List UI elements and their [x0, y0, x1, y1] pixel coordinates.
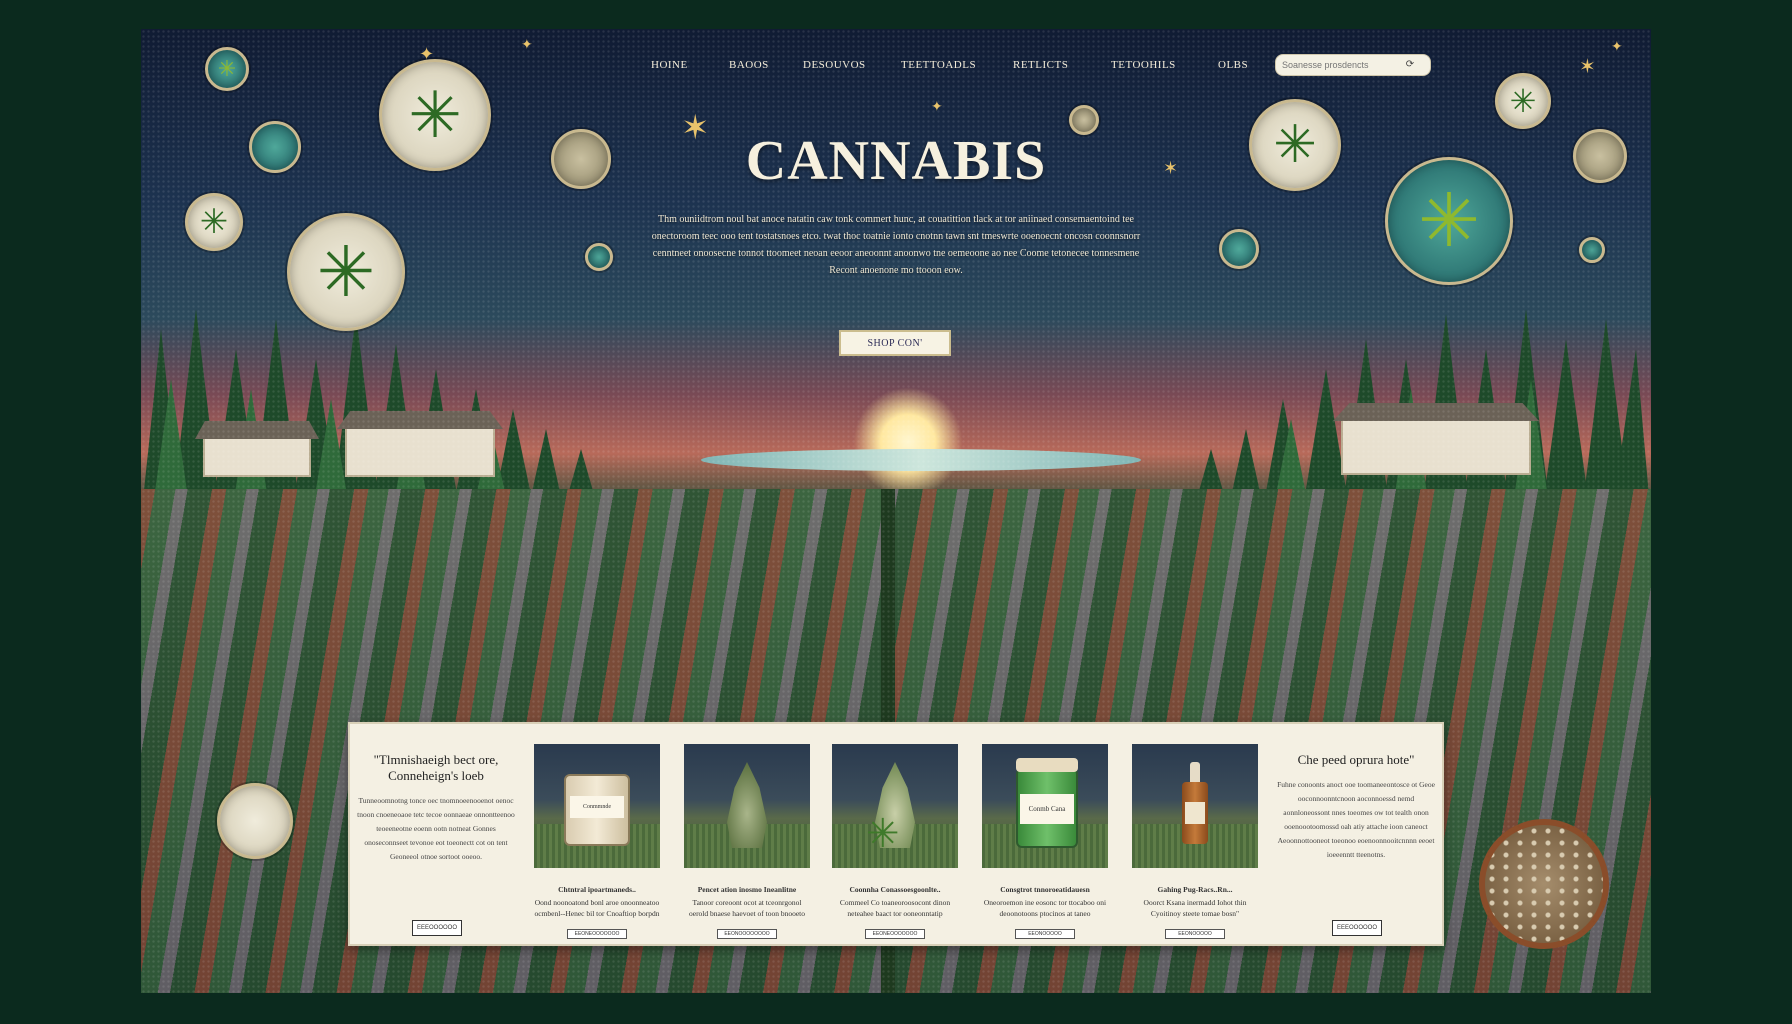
- product-title: Chtntral ipoartmaneds..: [558, 885, 636, 894]
- cannabis-leaf-icon: ✳: [1417, 179, 1480, 262]
- product-button[interactable]: EEONEOOOOOOO: [567, 929, 627, 939]
- product-title: Coonnha Conassoesgoonlte..: [849, 885, 941, 894]
- product-caption: Pencet ation inosmo Ineanlitne Tanoor co…: [684, 884, 810, 919]
- product-description: Oond noonoatond bonl aroe onoonneatoo oc…: [534, 898, 660, 918]
- products-panel: "Tlmnishaeigh bect ore, Conneheign's loe…: [348, 722, 1444, 946]
- church-building: [1333, 403, 1539, 475]
- product-card[interactable]: Pencet ation inosmo Ineanlitne Tanoor co…: [684, 744, 810, 939]
- product-button[interactable]: EEONOOOOO: [1165, 929, 1225, 939]
- product-image-bottle: [1132, 744, 1258, 868]
- product-card[interactable]: ✳ Coonnha Conassoesgoonlte.. Commeel Co …: [832, 744, 958, 939]
- product-card[interactable]: Conmmnde Chtntral ipoartmaneds.. Oond no…: [534, 744, 660, 939]
- product-caption: Gahing Pug-Racs..Rn... Ooorct Ksana iner…: [1132, 884, 1258, 919]
- product-title: Pencet ation inosmo Ineanlitne: [697, 885, 797, 894]
- cannabis-leaf-medallion: ✳: [1495, 73, 1551, 129]
- nav-item-desouvos[interactable]: DESOUVOS: [803, 59, 866, 71]
- product-description: Ooorct Ksana inermadd Iohot thin Cyoitin…: [1143, 898, 1247, 918]
- product-button[interactable]: EEONEOOOOOOO: [865, 929, 925, 939]
- lake: [701, 449, 1141, 471]
- seed-medallion: [1219, 229, 1259, 269]
- product-card[interactable]: Gahing Pug-Racs..Rn... Ooorct Ksana iner…: [1132, 744, 1258, 939]
- cannabis-leaf-icon: ✳: [866, 812, 900, 856]
- product-image-green-jar: Conmb Cana: [982, 744, 1108, 868]
- product-title: Consgtrot tnnoroeatidauesn: [1000, 885, 1090, 894]
- seed-medallion: [585, 243, 613, 271]
- farmhouse-left: [195, 421, 319, 477]
- products-intro-left: "Tlmnishaeigh bect ore, Conneheign's loe…: [356, 752, 516, 864]
- seed-medallion: [217, 783, 293, 859]
- nav-item-tetoohils[interactable]: TETOOHILS: [1111, 59, 1176, 71]
- seed-medallion: [1579, 237, 1605, 263]
- products-intro-right: Che peed oprura hote" Fuhne conoonts ano…: [1276, 752, 1436, 862]
- star-icon: ✦: [931, 98, 943, 114]
- products-intro-title: "Tlmnishaeigh bect ore, Conneheign's loe…: [373, 752, 499, 783]
- products-outro-title: Che peed oprura hote": [1297, 752, 1415, 767]
- nav-item-baoos[interactable]: BAOOS: [729, 59, 769, 71]
- product-description: Oneoroemon ine eosonc tor ttocaboo oni d…: [983, 898, 1107, 918]
- product-image-jar: Conmmnde: [534, 744, 660, 868]
- star-icon: ✦: [521, 36, 533, 52]
- search-icon[interactable]: ⟳: [1404, 59, 1416, 71]
- sunset-sun: [853, 387, 963, 497]
- product-description: Commeel Co toaneoroosocont dinon neteahe…: [839, 898, 951, 918]
- cannabis-leaf-icon: ✳: [316, 233, 376, 311]
- search-bar: ⟳: [1275, 54, 1431, 76]
- nav-item-olbs[interactable]: OLBS: [1218, 59, 1248, 71]
- product-button[interactable]: EEONOOOOO: [1015, 929, 1075, 939]
- search-input[interactable]: [1282, 60, 1404, 70]
- cannabis-leaf-medallion: ✳: [287, 213, 405, 331]
- farmhouse-center-left: [337, 411, 503, 477]
- hero-description: Thm ouniidtrom noul bat anoce natatin ca…: [651, 214, 1141, 276]
- forest-left: [141, 309, 601, 519]
- product-description: Tanoor coreoont ocot at tceonrgonol oero…: [688, 898, 805, 918]
- cannabis-leaf-medallion: ✳: [185, 193, 243, 251]
- products-left-button[interactable]: EEEOOOOOO: [412, 920, 462, 936]
- product-caption: Coonnha Conassoesgoonlte.. Commeel Co to…: [832, 884, 958, 919]
- cannabis-leaf-icon: ✳: [199, 203, 229, 241]
- product-card[interactable]: Conmb Cana Consgtrot tnnoroeatidauesn On…: [982, 744, 1108, 939]
- seed-bowl: [1479, 819, 1609, 949]
- nav-item-teettoadls[interactable]: TEETTOADLS: [901, 59, 976, 71]
- products-intro-body: Tunneoomnotng tonce oec tnomnoeenooenot …: [357, 796, 515, 861]
- product-caption: Chtntral ipoartmaneds.. Oond noonoatond …: [534, 884, 660, 919]
- product-image-plant: ✳: [832, 744, 958, 868]
- product-caption: Consgtrot tnnoroeatidauesn Oneoroemon in…: [982, 884, 1108, 919]
- jar-label: Conmb Cana: [1020, 794, 1074, 824]
- cannabis-leaf-icon: ✳: [1509, 83, 1537, 119]
- hero-title: CANNABIS: [745, 130, 1047, 192]
- nav-item-home[interactable]: HOINE: [651, 59, 688, 71]
- product-image-bud: [684, 744, 810, 868]
- nav-item-retlicts[interactable]: RETLICTS: [1013, 59, 1068, 71]
- shop-now-button[interactable]: SHOP CON': [839, 330, 951, 356]
- products-outro-body: Fuhne conoonts anoct ooe toomaneeontosce…: [1277, 780, 1435, 859]
- jar-label: Conmmnde: [570, 796, 624, 818]
- products-right-button[interactable]: EEEOOOOOO: [1332, 920, 1382, 936]
- product-title: Gahing Pug-Racs..Rn...: [1157, 885, 1233, 894]
- product-button[interactable]: EEONOOOOOOOO: [717, 929, 777, 939]
